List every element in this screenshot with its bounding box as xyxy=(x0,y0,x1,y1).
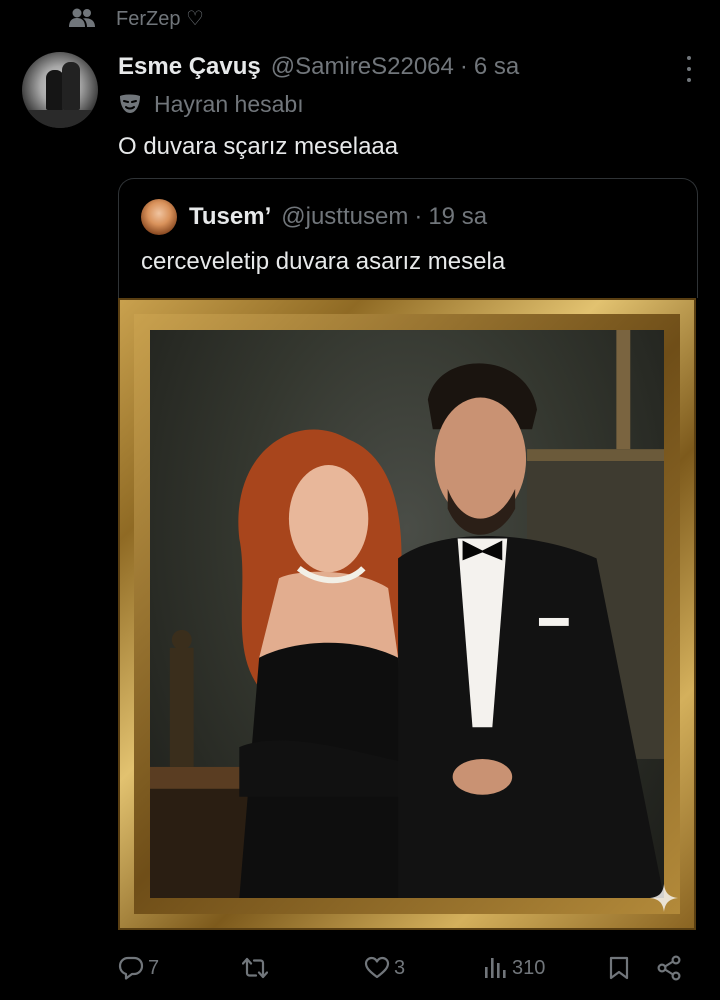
timestamp[interactable]: 6 sa xyxy=(474,53,519,81)
retweet-icon xyxy=(242,957,268,979)
quoted-author-name[interactable]: Tusemʼ xyxy=(189,203,271,231)
share-button[interactable] xyxy=(656,946,682,990)
social-context-label[interactable]: FerZep ♡ xyxy=(116,6,204,31)
reply-button[interactable]: 7 xyxy=(118,946,159,990)
quoted-tweet[interactable]: Tusemʼ @justtusem · 19 sa cerceveletip d… xyxy=(118,178,698,298)
tweet-media[interactable] xyxy=(118,298,698,930)
people-icon xyxy=(68,7,96,29)
quoted-text: cerceveletip duvara asarız mesela xyxy=(141,248,506,275)
like-count: 3 xyxy=(394,956,406,979)
reply-icon xyxy=(118,956,144,980)
separator-dot: · xyxy=(459,53,468,80)
bookmark-icon xyxy=(609,956,629,980)
quoted-header: Tusemʼ @justtusem · 19 sa xyxy=(189,199,487,235)
social-context[interactable]: FerZep ♡ xyxy=(68,4,204,32)
share-icon xyxy=(657,955,681,981)
reply-count: 7 xyxy=(148,956,160,979)
account-label-text: Hayran hesabı xyxy=(154,90,304,117)
tweet-text: O duvara sçarız meselaaa xyxy=(118,133,399,160)
author-handle[interactable]: @SamireS22064 xyxy=(271,53,454,81)
like-button[interactable]: 3 xyxy=(364,946,405,990)
more-options-icon[interactable] xyxy=(684,56,694,82)
portrait-painting xyxy=(150,330,664,898)
views-count: 310 xyxy=(512,956,546,979)
views-button[interactable]: 310 xyxy=(482,946,545,990)
retweet-button[interactable] xyxy=(242,946,272,990)
bookmark-button[interactable] xyxy=(606,946,632,990)
account-label[interactable]: Hayran hesabı xyxy=(118,88,304,120)
quoted-author-handle[interactable]: @justtusem xyxy=(281,203,408,231)
quoted-avatar[interactable] xyxy=(141,199,177,235)
author-name[interactable]: Esme Çavuş xyxy=(118,53,261,81)
analytics-icon xyxy=(485,958,506,978)
quoted-timestamp[interactable]: 19 sa xyxy=(428,203,487,231)
sparkle-icon xyxy=(650,884,678,912)
separator-dot: · xyxy=(414,203,423,230)
tweet-actions: 7 3 310 xyxy=(118,946,698,990)
theater-mask-icon xyxy=(118,93,142,115)
heart-icon xyxy=(364,956,390,979)
picture-frame xyxy=(118,298,696,930)
tweet-header: Esme Çavuş @SamireS22064 · 6 sa xyxy=(118,50,700,84)
avatar[interactable] xyxy=(22,52,98,128)
